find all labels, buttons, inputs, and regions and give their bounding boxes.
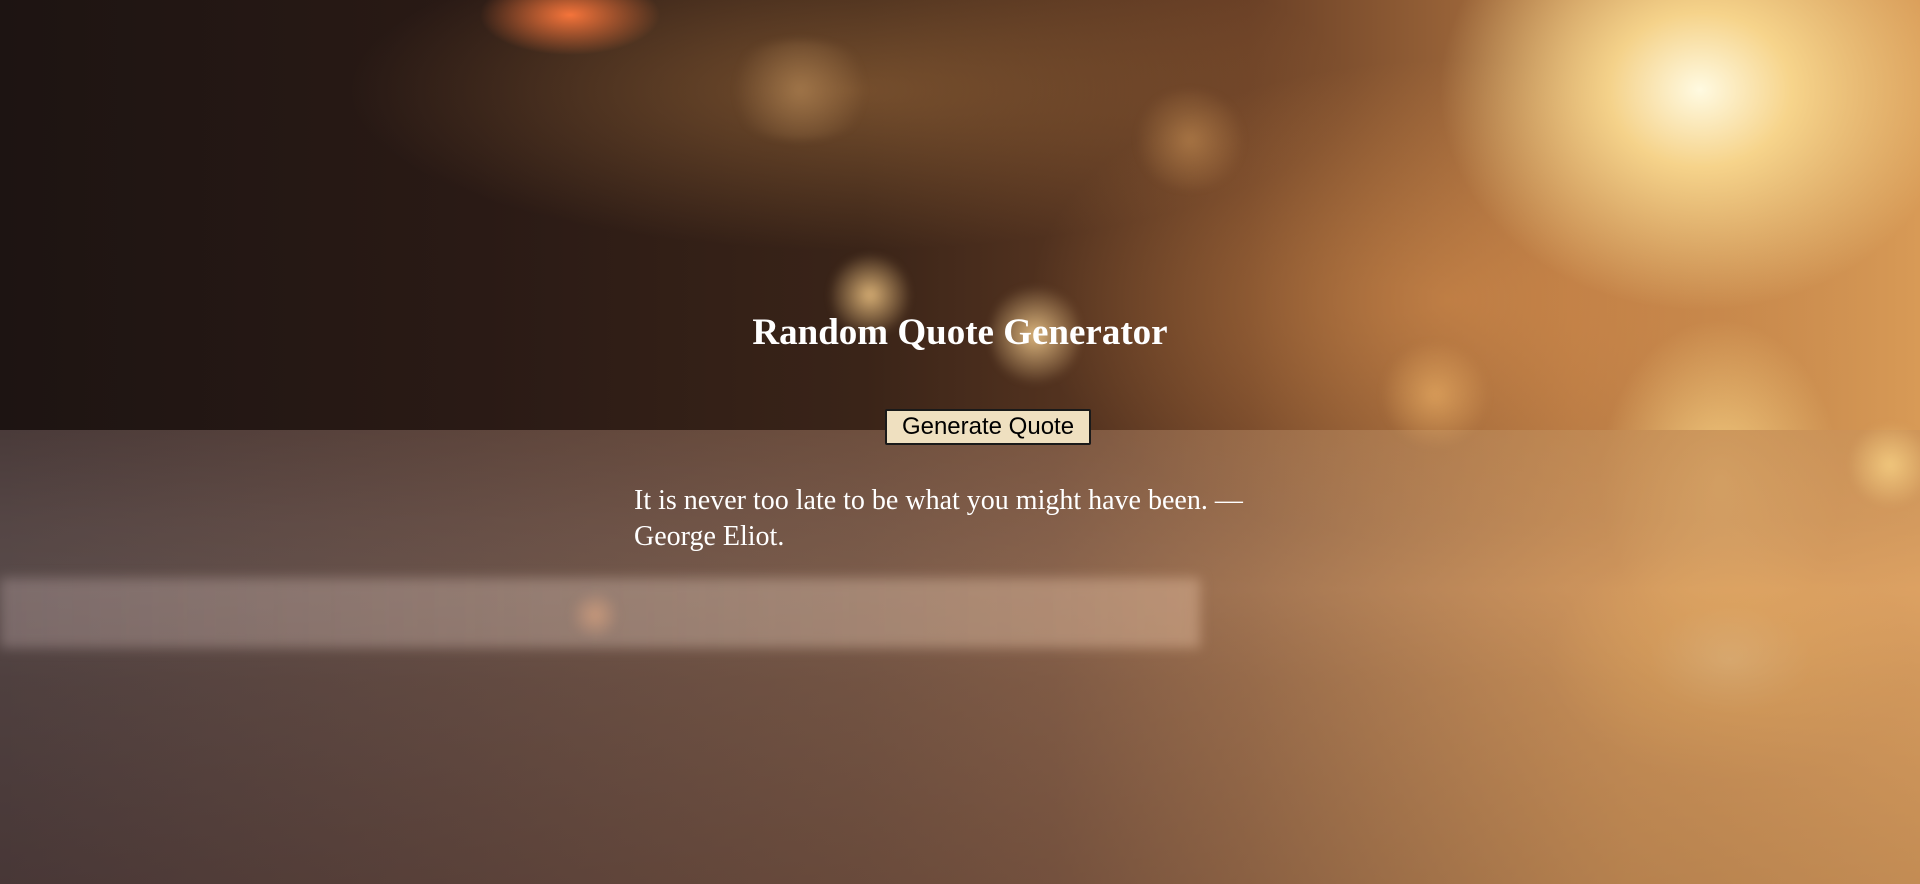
quote-text: It is never too late to be what you migh… — [634, 485, 1243, 552]
bokeh-light — [720, 40, 880, 140]
generate-quote-button[interactable]: Generate Quote — [885, 409, 1091, 445]
bokeh-light — [1850, 420, 1920, 510]
page-title: Random Quote Generator — [752, 312, 1168, 353]
bokeh-light — [570, 590, 620, 640]
bokeh-light — [1130, 90, 1250, 190]
